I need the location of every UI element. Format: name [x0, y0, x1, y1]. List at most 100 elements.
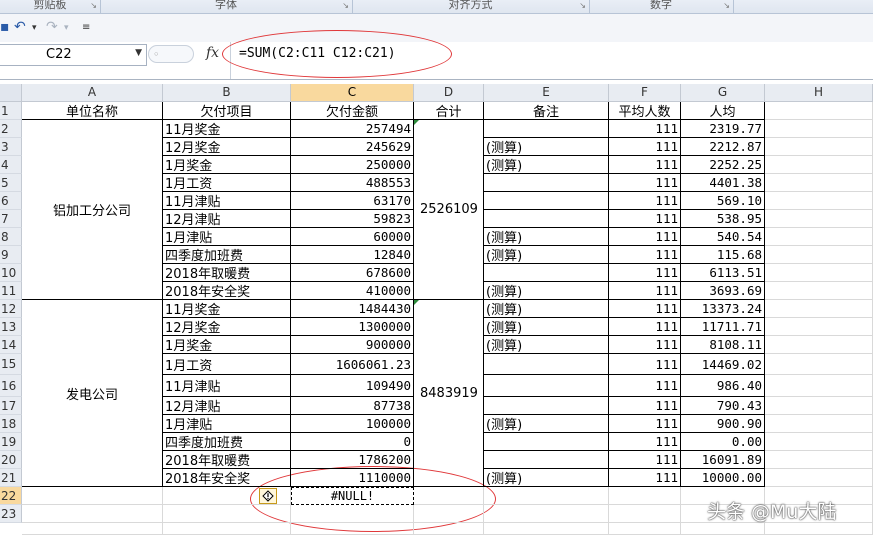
empty-cell[interactable] [765, 433, 873, 451]
note-cell[interactable] [484, 451, 609, 469]
note-cell[interactable] [484, 192, 609, 210]
amount-cell[interactable]: 410000 [291, 282, 414, 300]
undo-icon[interactable]: ↶ [14, 19, 26, 35]
save-icon[interactable]: ▪ [0, 19, 10, 35]
dialog-launcher-icon[interactable]: ↘ [342, 1, 349, 10]
row-header-6[interactable]: 6 [0, 192, 22, 210]
per-capita-cell[interactable]: 4401.38 [681, 174, 765, 192]
empty-cell[interactable] [291, 505, 414, 523]
amount-cell[interactable]: 1606061.23 [291, 354, 414, 375]
amount-cell[interactable]: 1786200 [291, 451, 414, 469]
empty-cell[interactable] [765, 120, 873, 138]
note-cell[interactable] [484, 174, 609, 192]
empty-cell[interactable] [414, 487, 484, 505]
note-cell[interactable]: (测算) [484, 282, 609, 300]
row-header-12[interactable]: 12 [0, 300, 22, 318]
note-cell[interactable]: (测算) [484, 318, 609, 336]
empty-cell[interactable] [609, 505, 681, 523]
per-capita-cell[interactable]: 2252.25 [681, 156, 765, 174]
empty-cell[interactable] [765, 174, 873, 192]
item-cell[interactable]: 12月津贴 [163, 397, 291, 415]
insert-function-icon[interactable]: fx [206, 45, 219, 61]
empty-cell[interactable] [765, 156, 873, 174]
item-cell[interactable]: 2018年取暖费 [163, 451, 291, 469]
per-capita-cell[interactable]: 790.43 [681, 397, 765, 415]
avg-count-cell[interactable]: 111 [609, 210, 681, 228]
empty-cell[interactable] [484, 487, 609, 505]
row-header-3[interactable]: 3 [0, 138, 22, 156]
avg-count-cell[interactable]: 111 [609, 300, 681, 318]
item-cell[interactable]: 12月奖金 [163, 138, 291, 156]
column-header-e[interactable]: E [484, 84, 609, 102]
empty-cell[interactable] [22, 487, 163, 505]
per-capita-cell[interactable]: 540.54 [681, 228, 765, 246]
item-cell[interactable]: 四季度加班费 [163, 433, 291, 451]
empty-cell[interactable] [765, 354, 873, 375]
per-capita-cell[interactable]: 0.00 [681, 433, 765, 451]
item-cell[interactable]: 12月奖金 [163, 318, 291, 336]
note-cell[interactable] [484, 354, 609, 375]
per-capita-cell[interactable]: 14469.02 [681, 354, 765, 375]
per-capita-cell[interactable]: 2319.77 [681, 120, 765, 138]
empty-cell[interactable] [484, 523, 609, 535]
header-cell-e[interactable]: 备注 [484, 102, 609, 120]
empty-cell[interactable] [163, 523, 291, 535]
empty-cell[interactable] [765, 523, 873, 535]
amount-cell[interactable]: 59823 [291, 210, 414, 228]
per-capita-cell[interactable]: 3693.69 [681, 282, 765, 300]
note-cell[interactable]: (测算) [484, 228, 609, 246]
row-header-10[interactable]: 10 [0, 264, 22, 282]
empty-cell[interactable] [765, 264, 873, 282]
column-header-a[interactable]: A [22, 84, 163, 102]
note-cell[interactable] [484, 264, 609, 282]
column-header-b[interactable]: B [163, 84, 291, 102]
amount-cell[interactable]: 109490 [291, 375, 414, 397]
note-cell[interactable] [484, 120, 609, 138]
empty-cell[interactable] [163, 505, 291, 523]
empty-cell[interactable] [609, 487, 681, 505]
empty-cell[interactable] [765, 246, 873, 264]
row-header-4[interactable]: 4 [0, 156, 22, 174]
empty-cell[interactable] [765, 210, 873, 228]
empty-cell[interactable] [765, 192, 873, 210]
avg-count-cell[interactable]: 111 [609, 433, 681, 451]
undo-dropdown-icon[interactable]: ▾ [32, 23, 37, 33]
avg-count-cell[interactable]: 111 [609, 138, 681, 156]
row-header-2[interactable]: 2 [0, 120, 22, 138]
dialog-launcher-icon[interactable]: ↘ [90, 1, 97, 10]
empty-cell[interactable] [681, 523, 765, 535]
item-cell[interactable]: 1月津贴 [163, 228, 291, 246]
item-cell[interactable]: 12月津贴 [163, 210, 291, 228]
item-cell[interactable]: 11月津贴 [163, 375, 291, 397]
row-header-5[interactable]: 5 [0, 174, 22, 192]
avg-count-cell[interactable]: 111 [609, 415, 681, 433]
note-cell[interactable]: (测算) [484, 469, 609, 487]
item-cell[interactable]: 11月津贴 [163, 192, 291, 210]
avg-count-cell[interactable]: 111 [609, 246, 681, 264]
total-cell[interactable]: 8483919 [414, 300, 484, 487]
row-header-11[interactable]: 11 [0, 282, 22, 300]
unit-name-cell[interactable]: 铝加工分公司 [22, 120, 163, 300]
amount-cell[interactable]: 60000 [291, 228, 414, 246]
customize-toolbar-icon[interactable]: ≡ [82, 22, 90, 33]
row-header-16[interactable]: 16 [0, 375, 22, 397]
item-cell[interactable]: 11月奖金 [163, 120, 291, 138]
column-header-f[interactable]: F [609, 84, 681, 102]
row-header-14[interactable]: 14 [0, 336, 22, 354]
amount-cell[interactable]: 87738 [291, 397, 414, 415]
item-cell[interactable]: 1月奖金 [163, 336, 291, 354]
note-cell[interactable] [484, 433, 609, 451]
header-cell-b[interactable]: 欠付项目 [163, 102, 291, 120]
redo-icon[interactable]: ↷ [46, 19, 58, 35]
row-header-7[interactable]: 7 [0, 210, 22, 228]
row-header-15[interactable]: 15 [0, 354, 22, 375]
amount-cell[interactable]: 488553 [291, 174, 414, 192]
avg-count-cell[interactable]: 111 [609, 264, 681, 282]
avg-count-cell[interactable]: 111 [609, 397, 681, 415]
avg-count-cell[interactable]: 111 [609, 336, 681, 354]
item-cell[interactable]: 2018年安全奖 [163, 469, 291, 487]
avg-count-cell[interactable]: 111 [609, 174, 681, 192]
dialog-launcher-icon[interactable]: ↘ [579, 1, 586, 10]
avg-count-cell[interactable]: 111 [609, 451, 681, 469]
avg-count-cell[interactable]: 111 [609, 469, 681, 487]
